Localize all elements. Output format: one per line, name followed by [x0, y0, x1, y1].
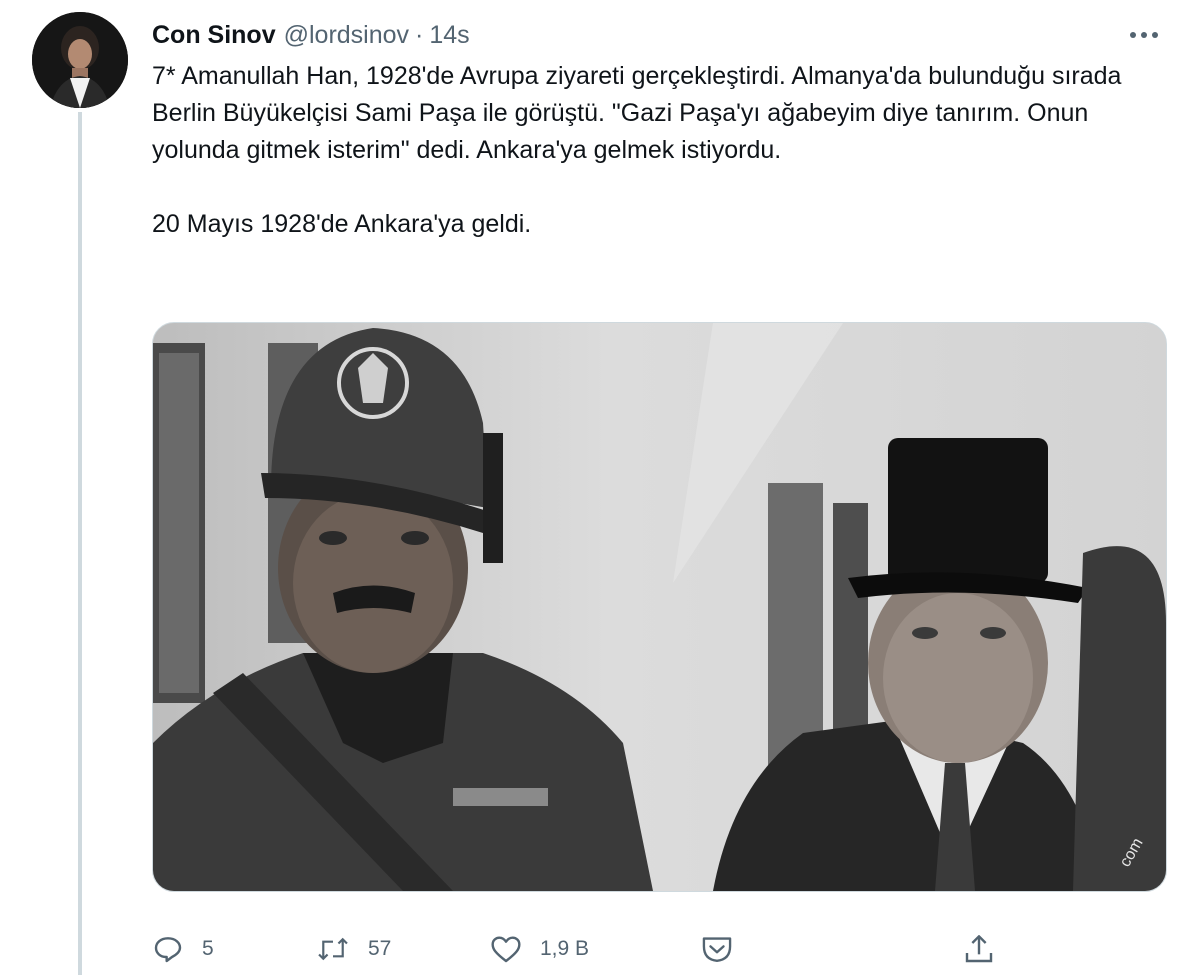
more-button[interactable] [1124, 18, 1164, 52]
reply-button[interactable]: 5 [152, 924, 214, 974]
reply-count: 5 [202, 937, 214, 960]
avatar[interactable] [32, 12, 128, 108]
tweet-paragraph: 20 Mayıs 1928'de Ankara'ya geldi. [152, 210, 532, 238]
more-icon [1130, 32, 1158, 38]
tweet-actions: 5 57 1,9 B [152, 924, 1032, 974]
tweet-paragraph: 7* Amanullah Han, 1928'de Avrupa ziyaret… [152, 62, 1122, 164]
share-icon [965, 935, 993, 963]
tweet-header: Con Sinov @lordsinov · 14s [152, 18, 470, 52]
header-separator: · [415, 20, 424, 49]
tweet-photo[interactable]: com [152, 322, 1167, 892]
retweet-icon [318, 937, 348, 961]
reply-icon [154, 937, 182, 963]
thread-line [78, 112, 82, 975]
retweet-count: 57 [368, 937, 392, 960]
author-handle[interactable]: @lordsinov [284, 21, 409, 50]
heart-icon [491, 936, 521, 963]
like-count: 1,9 B [540, 937, 590, 960]
tweet-text: 7* Amanullah Han, 1928'de Avrupa ziyaret… [152, 58, 1162, 243]
tip-button[interactable] [700, 924, 734, 974]
retweet-button[interactable]: 57 [316, 924, 391, 974]
author-display-name[interactable]: Con Sinov [152, 21, 276, 50]
tip-jar-icon [702, 937, 732, 962]
share-button[interactable] [964, 924, 994, 974]
tweet-timestamp[interactable]: 14s [429, 21, 469, 50]
like-button[interactable]: 1,9 B [490, 924, 589, 974]
